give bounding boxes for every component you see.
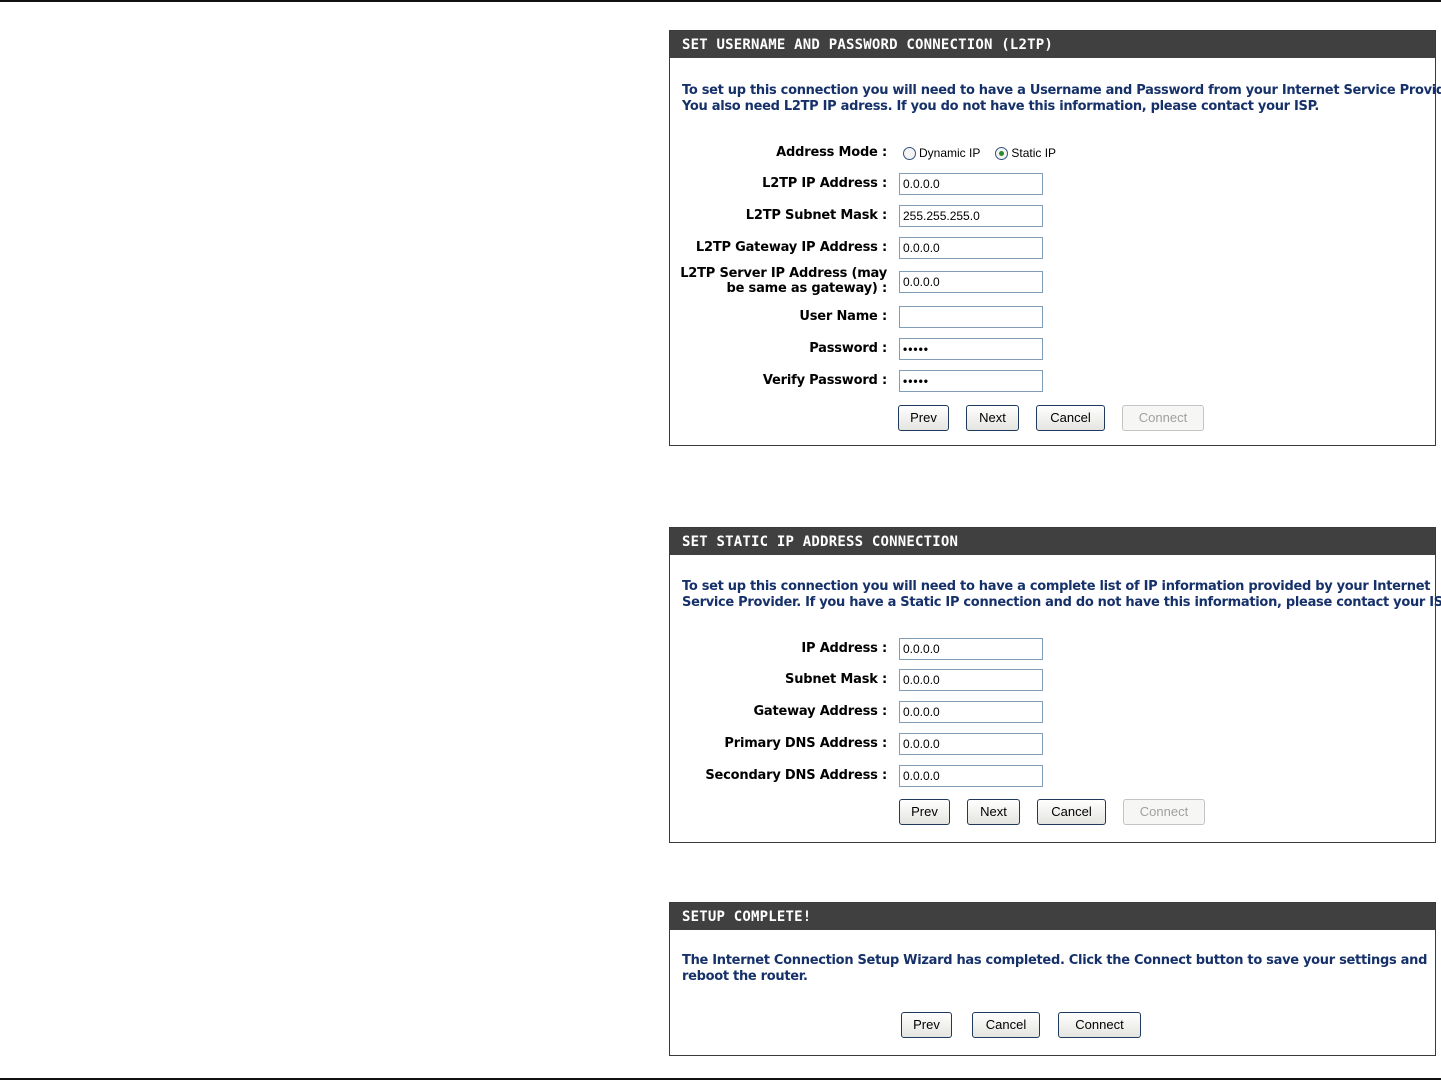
username-label: User Name : bbox=[799, 309, 887, 324]
l2tp-cancel-button[interactable]: Cancel bbox=[1036, 405, 1105, 431]
l2tp-subnet-row: L2TP Subnet Mask : bbox=[670, 204, 1437, 228]
l2tp-panel: SET USERNAME AND PASSWORD CONNECTION (L2… bbox=[669, 30, 1441, 446]
password-input[interactable] bbox=[899, 338, 1043, 360]
l2tp-server-label-line-2: be same as gateway) : bbox=[726, 281, 887, 296]
address-mode-radio-group: Dynamic IP Static IP bbox=[903, 144, 1071, 162]
static-ip-address-row: IP Address : bbox=[670, 637, 1437, 661]
l2tp-subnet-input[interactable] bbox=[899, 205, 1043, 227]
l2tp-prev-button[interactable]: Prev bbox=[898, 405, 949, 431]
verify-password-row: Verify Password : bbox=[670, 369, 1437, 393]
top-rule bbox=[0, 0, 1441, 2]
l2tp-description: To set up this connection you will need … bbox=[682, 83, 1441, 115]
l2tp-description-line-1: To set up this connection you will need … bbox=[682, 83, 1441, 98]
setup-complete-description: The Internet Connection Setup Wizard has… bbox=[682, 953, 1427, 985]
static-subnet-label: Subnet Mask : bbox=[785, 672, 887, 687]
static-subnet-row: Subnet Mask : bbox=[670, 668, 1437, 692]
static-gateway-label: Gateway Address : bbox=[753, 704, 887, 719]
dynamic-ip-radio[interactable] bbox=[903, 146, 916, 160]
l2tp-panel-title: SET USERNAME AND PASSWORD CONNECTION (L2… bbox=[670, 31, 1435, 58]
static-ip-address-input[interactable] bbox=[899, 638, 1043, 660]
l2tp-server-row: L2TP Server IP Address (may be same as g… bbox=[670, 266, 1437, 296]
l2tp-server-label-line-1: L2TP Server IP Address (may bbox=[680, 266, 887, 281]
l2tp-ip-input[interactable] bbox=[899, 173, 1043, 195]
static-connect-button[interactable]: Connect bbox=[1123, 799, 1205, 825]
l2tp-button-row: Prev Next Cancel Connect bbox=[670, 405, 1437, 431]
dynamic-ip-label[interactable]: Dynamic IP bbox=[919, 146, 980, 160]
verify-password-input[interactable] bbox=[899, 370, 1043, 392]
bottom-rule bbox=[0, 1078, 1441, 1080]
l2tp-server-input[interactable] bbox=[899, 271, 1043, 293]
secondary-dns-label: Secondary DNS Address : bbox=[705, 768, 887, 783]
l2tp-connect-button[interactable]: Connect bbox=[1122, 405, 1204, 431]
complete-prev-button[interactable]: Prev bbox=[901, 1012, 952, 1038]
verify-password-label: Verify Password : bbox=[762, 373, 887, 388]
address-mode-row: Address Mode : Dynamic IP Static IP bbox=[670, 141, 1437, 165]
static-ip-radio[interactable] bbox=[995, 146, 1009, 160]
static-ip-description: To set up this connection you will need … bbox=[682, 579, 1441, 611]
setup-complete-panel-title: SETUP COMPLETE! bbox=[670, 903, 1435, 930]
primary-dns-row: Primary DNS Address : bbox=[670, 732, 1437, 756]
setup-complete-description-line-1: The Internet Connection Setup Wizard has… bbox=[682, 953, 1428, 968]
static-next-button[interactable]: Next bbox=[967, 799, 1020, 825]
secondary-dns-input[interactable] bbox=[899, 765, 1043, 787]
complete-cancel-button[interactable]: Cancel bbox=[972, 1012, 1040, 1038]
setup-complete-panel: SETUP COMPLETE! The Internet Connection … bbox=[669, 902, 1436, 1056]
static-prev-button[interactable]: Prev bbox=[899, 799, 950, 825]
static-gateway-input[interactable] bbox=[899, 701, 1043, 723]
static-ip-label[interactable]: Static IP bbox=[1011, 146, 1056, 160]
setup-complete-button-row: Prev Cancel Connect bbox=[670, 1012, 1437, 1038]
static-ip-description-line-2: Service Provider. If you have a Static I… bbox=[682, 595, 1441, 610]
static-gateway-row: Gateway Address : bbox=[670, 700, 1437, 724]
l2tp-gateway-row: L2TP Gateway IP Address : bbox=[670, 236, 1437, 260]
username-row: User Name : bbox=[670, 305, 1437, 329]
secondary-dns-row: Secondary DNS Address : bbox=[670, 764, 1437, 788]
static-ip-address-label: IP Address : bbox=[801, 641, 887, 656]
l2tp-server-label: L2TP Server IP Address (may be same as g… bbox=[680, 266, 887, 296]
primary-dns-input[interactable] bbox=[899, 733, 1043, 755]
complete-connect-button[interactable]: Connect bbox=[1058, 1012, 1141, 1038]
static-ip-button-row: Prev Next Cancel Connect bbox=[670, 799, 1437, 825]
static-ip-panel: SET STATIC IP ADDRESS CONNECTION To set … bbox=[669, 527, 1441, 843]
primary-dns-label: Primary DNS Address : bbox=[724, 736, 887, 751]
setup-complete-description-line-2: reboot the router. bbox=[682, 969, 808, 984]
l2tp-gateway-label: L2TP Gateway IP Address : bbox=[695, 240, 887, 255]
username-input[interactable] bbox=[899, 306, 1043, 328]
l2tp-ip-label: L2TP IP Address : bbox=[762, 176, 887, 191]
l2tp-description-line-2: You also need L2TP IP adress. If you do … bbox=[682, 99, 1320, 114]
password-row: Password : bbox=[670, 337, 1437, 361]
l2tp-next-button[interactable]: Next bbox=[966, 405, 1019, 431]
l2tp-ip-row: L2TP IP Address : bbox=[670, 172, 1437, 196]
password-label: Password : bbox=[809, 341, 887, 356]
static-ip-panel-title: SET STATIC IP ADDRESS CONNECTION bbox=[670, 528, 1435, 555]
static-subnet-input[interactable] bbox=[899, 669, 1043, 691]
static-cancel-button[interactable]: Cancel bbox=[1037, 799, 1106, 825]
l2tp-subnet-label: L2TP Subnet Mask : bbox=[745, 208, 887, 223]
static-ip-description-line-1: To set up this connection you will need … bbox=[682, 579, 1431, 594]
address-mode-label: Address Mode : bbox=[776, 145, 887, 160]
l2tp-gateway-input[interactable] bbox=[899, 237, 1043, 259]
